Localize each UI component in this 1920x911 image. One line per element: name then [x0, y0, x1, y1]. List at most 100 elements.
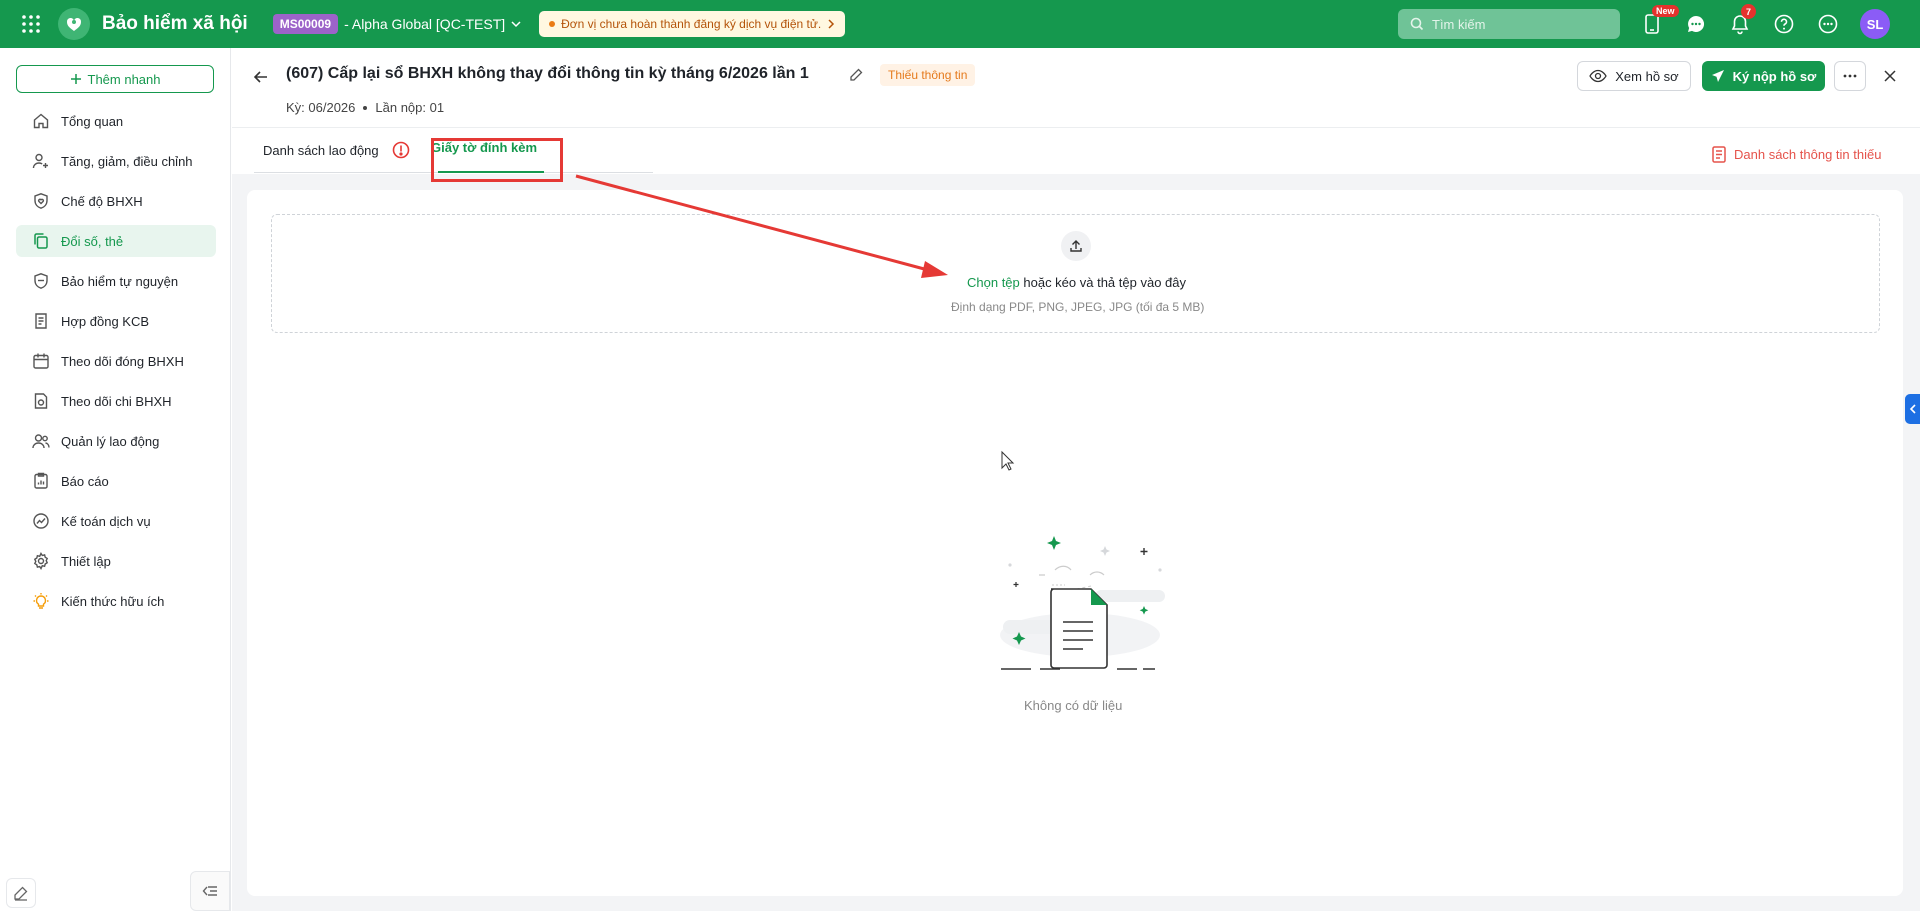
- sidebar-nav: Tổng quan Tăng, giảm, điều chỉnh Chế độ …: [16, 105, 216, 625]
- sidebar-item-label: Tổng quan: [61, 113, 124, 129]
- eye-icon: [1589, 69, 1608, 83]
- right-panel-toggle[interactable]: [1905, 394, 1920, 424]
- chat-icon: [1688, 15, 1705, 32]
- app-grid-icon[interactable]: [0, 0, 62, 48]
- sidebar-item-theo-doi-dong[interactable]: Theo dõi đóng BHXH: [16, 345, 216, 377]
- missing-info-label: Danh sách thông tin thiếu: [1734, 147, 1882, 162]
- sidebar-item-quan-ly-lao-dong[interactable]: Quản lý lao động: [16, 425, 216, 457]
- empty-state-text: Không có dữ liệu: [1024, 698, 1123, 713]
- sign-submit-label: Ký nộp hồ sơ: [1732, 68, 1817, 84]
- warning-text: Đơn vị chưa hoàn thành đăng ký dịch vụ đ…: [561, 17, 822, 31]
- sidebar-item-kien-thuc[interactable]: Kiến thức hữu ích: [16, 585, 216, 617]
- drag-drop-text: hoặc kéo và thả tệp vào đây: [1019, 275, 1186, 290]
- mobile-app-button[interactable]: New: [1638, 5, 1679, 38]
- period-text: Kỳ: 06/2026: [286, 100, 356, 115]
- report-icon: [34, 472, 48, 489]
- status-badge: Thiếu thông tin: [880, 64, 976, 86]
- tab-employee-list-label: Danh sách lao động: [263, 142, 379, 158]
- sidebar-item-theo-doi-chi[interactable]: Theo dõi chi BHXH: [16, 385, 216, 417]
- sidebar-item-label: Thiết lập: [61, 553, 111, 569]
- sidebar-item-label: Theo dõi đóng BHXH: [61, 353, 184, 369]
- notification-button[interactable]: 7: [1726, 4, 1756, 38]
- more-actions-button[interactable]: [1834, 61, 1866, 91]
- upload-instruction: Chọn tệp hoặc kéo và thả tệp vào đây: [967, 275, 1186, 290]
- more-apps-button[interactable]: [1814, 10, 1842, 38]
- top-bar: Bảo hiểm xã hội MS00009 - Alpha Global […: [0, 0, 1920, 48]
- warning-dot-icon: [549, 21, 556, 27]
- chevron-right-icon: [828, 19, 835, 29]
- help-button[interactable]: [1770, 10, 1798, 38]
- back-button[interactable]: [250, 66, 272, 88]
- contract-icon: [35, 313, 47, 329]
- registration-warning[interactable]: Đơn vị chưa hoàn thành đăng ký dịch vụ đ…: [539, 11, 846, 37]
- search-icon: [1410, 17, 1424, 31]
- tab-employee-list[interactable]: Danh sách lao động: [263, 141, 410, 159]
- sidebar-item-label: Theo dõi chi BHXH: [61, 393, 172, 409]
- more-horizontal-icon: [1843, 74, 1857, 78]
- quick-add-label: Thêm nhanh: [87, 71, 161, 87]
- sidebar-item-ke-toan[interactable]: Kế toán dịch vụ: [16, 505, 216, 537]
- sidebar-item-hop-dong[interactable]: Hợp đồng KCB: [16, 305, 216, 337]
- org-name: - Alpha Global [QC-TEST]: [344, 16, 506, 32]
- record-meta: Kỳ: 06/2026 Lần nộp: 01: [286, 100, 444, 115]
- sidebar-item-label: Hợp đồng KCB: [61, 313, 150, 329]
- edit-title-button[interactable]: [849, 68, 863, 82]
- search-input[interactable]: Tìm kiếm: [1398, 9, 1620, 39]
- copy-icon: [34, 233, 48, 249]
- sidebar-item-label: Chế độ BHXH: [61, 193, 143, 209]
- view-record-label: Xem hồ sơ: [1615, 68, 1679, 84]
- close-icon: [1884, 70, 1896, 82]
- plus-icon: [70, 74, 81, 84]
- sidebar-item-label: Kế toán dịch vụ: [61, 513, 151, 529]
- shield-icon: [34, 273, 48, 289]
- user-avatar[interactable]: SL: [1860, 9, 1890, 39]
- upload-button[interactable]: [1061, 231, 1091, 261]
- pencil-square-icon: [14, 886, 28, 901]
- submission-text: Lần nộp: 01: [375, 100, 445, 115]
- sidebar-item-tu-nguyen[interactable]: Bảo hiểm tự nguyện: [16, 265, 216, 297]
- sidebar-item-tong-quan[interactable]: Tổng quan: [16, 105, 216, 137]
- feedback-button[interactable]: [6, 878, 36, 908]
- upload-icon: [1070, 240, 1082, 252]
- shield-heart-icon: [34, 193, 48, 209]
- new-badge: New: [1652, 5, 1679, 17]
- app-title: Bảo hiểm xã hội: [102, 13, 248, 34]
- sidebar-item-label: Kiến thức hữu ích: [61, 593, 165, 609]
- sidebar-item-bao-cao[interactable]: Báo cáo: [16, 465, 216, 497]
- users-icon: [32, 434, 50, 449]
- quick-add-button[interactable]: Thêm nhanh: [16, 65, 214, 93]
- send-icon: [1711, 70, 1724, 82]
- home-icon: [33, 113, 49, 129]
- separator-dot: [363, 105, 368, 110]
- org-code-badge: MS00009: [272, 14, 339, 34]
- lightbulb-icon: [33, 593, 49, 609]
- collapse-left-icon: [202, 886, 217, 896]
- user-plus-icon: [32, 153, 48, 169]
- empty-state-illustration: [1000, 536, 1165, 670]
- sidebar-item-che-do[interactable]: Chế độ BHXH: [16, 185, 216, 217]
- sidebar-item-thiet-lap[interactable]: Thiết lập: [16, 545, 216, 577]
- sidebar: Thêm nhanh Tổng quan Tăng, giảm, điều ch…: [0, 48, 231, 911]
- sidebar-item-doi-so-the[interactable]: Đổi số, thẻ: [16, 225, 216, 257]
- sidebar-item-tang-giam[interactable]: Tăng, giảm, điều chỉnh: [16, 145, 216, 177]
- page-title: (607) Cấp lại sổ BHXH không thay đổi thô…: [286, 65, 809, 82]
- org-selector[interactable]: - Alpha Global [QC-TEST]: [344, 16, 521, 32]
- chat-button[interactable]: [1682, 10, 1710, 38]
- more-circle-icon: [1818, 14, 1838, 34]
- view-record-button[interactable]: Xem hồ sơ: [1577, 61, 1691, 91]
- sidebar-item-label: Bảo hiểm tự nguyện: [61, 273, 179, 289]
- sidebar-item-label: Tăng, giảm, điều chỉnh: [61, 153, 193, 169]
- close-button[interactable]: [1880, 66, 1900, 86]
- app-logo: [58, 8, 90, 40]
- sidebar-item-label: Báo cáo: [61, 473, 109, 489]
- annotation-highlight-box: [431, 138, 563, 182]
- alert-circle-icon: [392, 141, 409, 159]
- sign-submit-button[interactable]: Ký nộp hồ sơ: [1702, 61, 1825, 91]
- calendar-icon: [33, 353, 49, 369]
- document-money-icon: [34, 393, 48, 409]
- missing-info-link[interactable]: Danh sách thông tin thiếu: [1712, 146, 1881, 163]
- chevron-down-icon: [511, 21, 521, 28]
- collapse-sidebar-button[interactable]: [190, 871, 230, 911]
- sidebar-item-label: Quản lý lao động: [61, 433, 160, 449]
- choose-file-link[interactable]: Chọn tệp: [967, 275, 1020, 290]
